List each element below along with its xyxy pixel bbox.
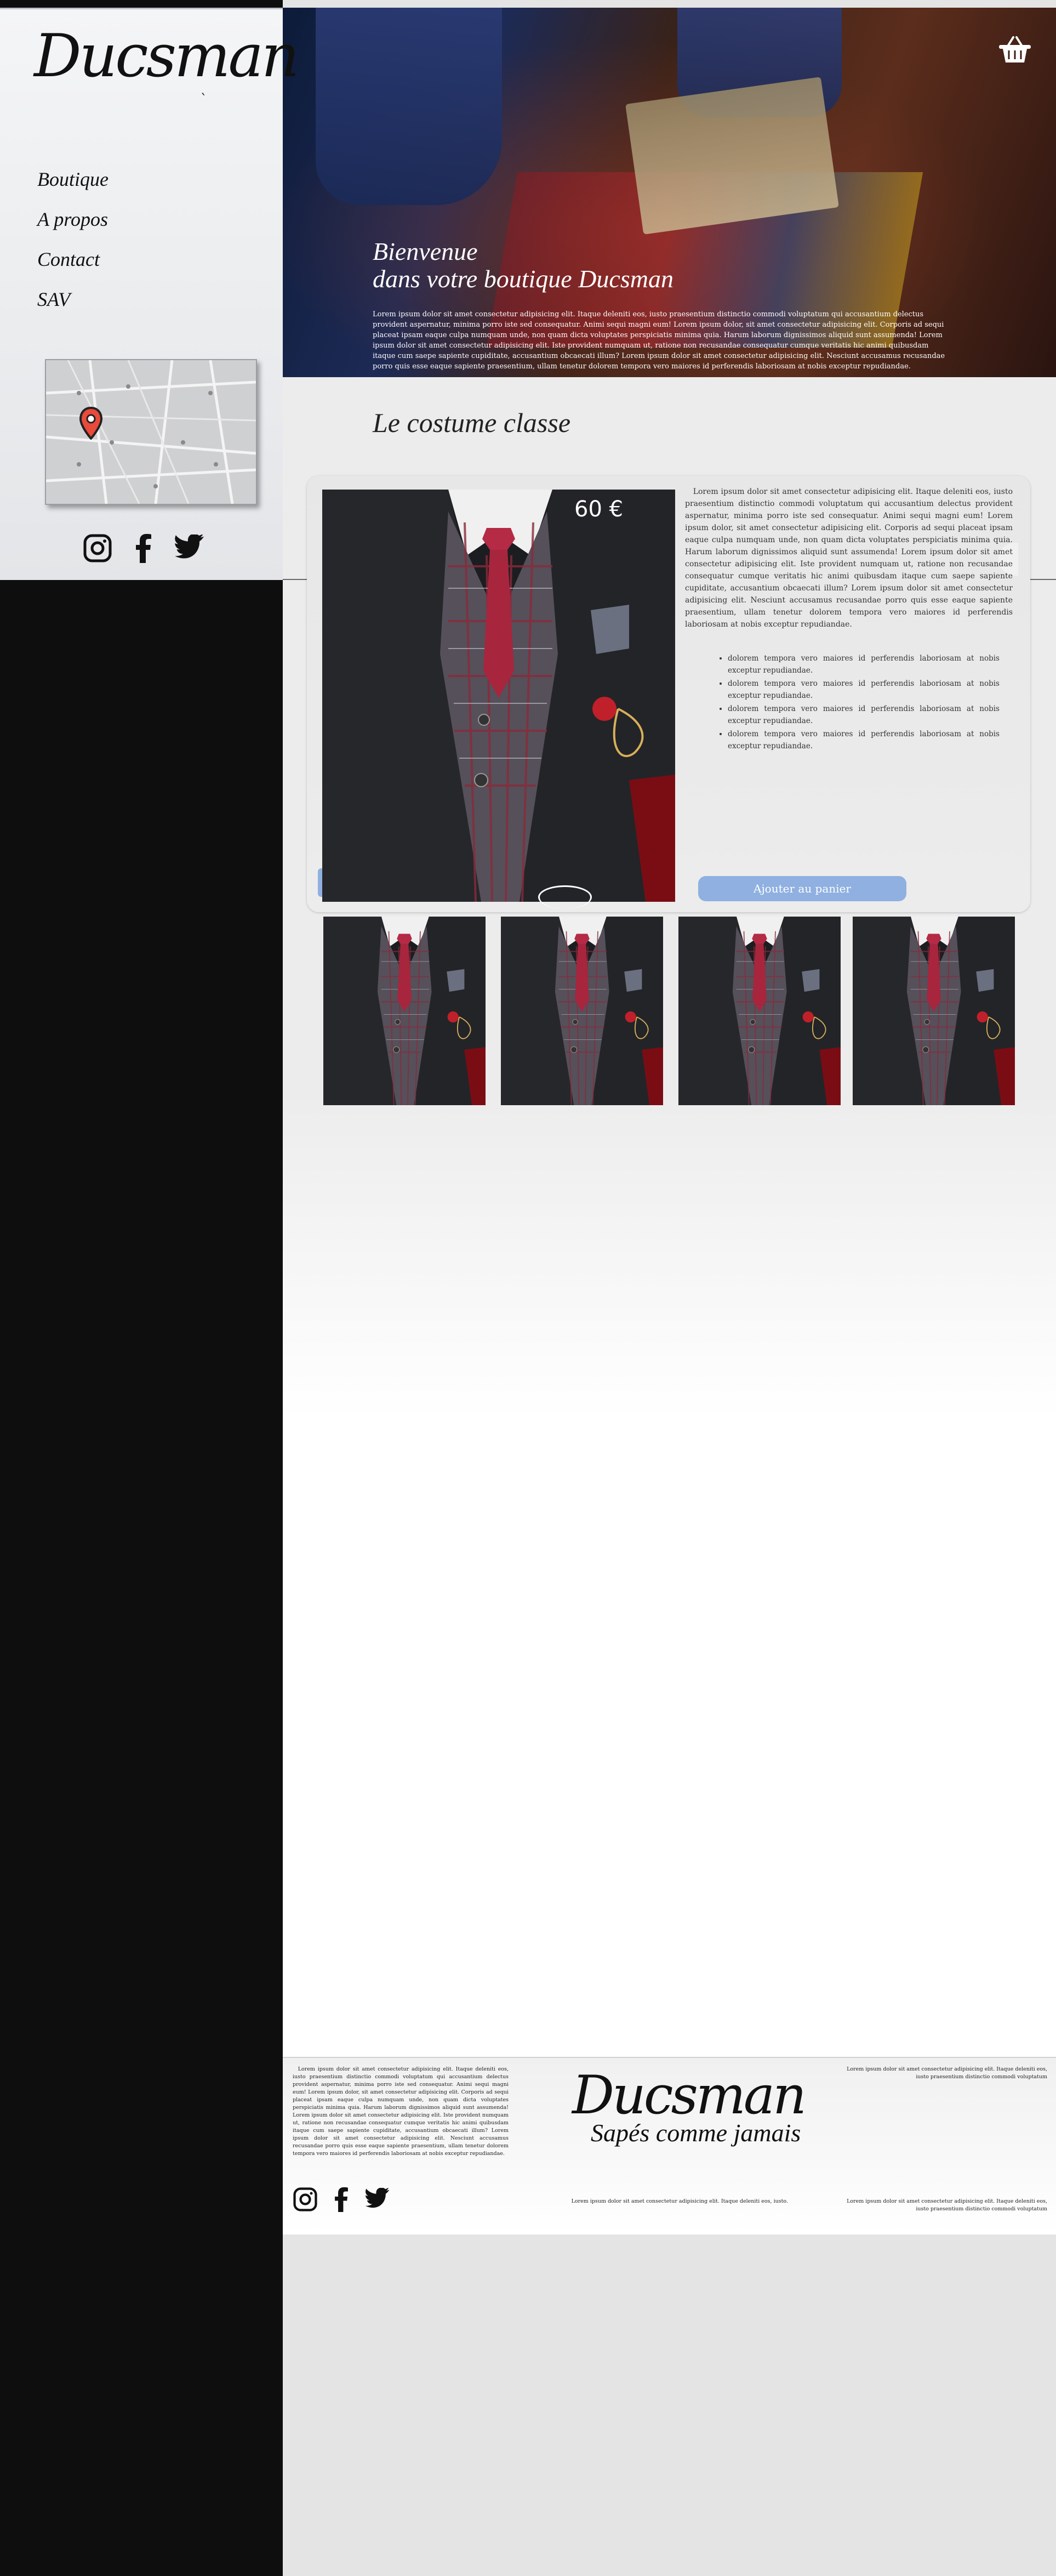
- product-main-image[interactable]: [322, 490, 675, 902]
- product-thumbnail[interactable]: [501, 917, 663, 1105]
- footer-tagline: Sapés comme jamais: [591, 2119, 801, 2147]
- add-to-cart-button[interactable]: Ajouter au panier: [698, 876, 906, 901]
- product-price: 60 €: [574, 497, 624, 522]
- instagram-icon[interactable]: [293, 2187, 318, 2212]
- thumbnail-image: [853, 917, 1015, 1105]
- product-thumbnail[interactable]: [678, 917, 841, 1105]
- logo-accent: `: [201, 92, 207, 107]
- footer-top-right-text: Lorem ipsum dolor sit amet consectetur a…: [847, 2066, 1047, 2080]
- facebook-icon[interactable]: [329, 2187, 354, 2212]
- twitter-icon[interactable]: [365, 2187, 390, 2212]
- thumbnail-image: [678, 917, 841, 1105]
- feature-item: dolorem tempora vero maiores id perferen…: [728, 703, 1000, 727]
- footer-bottom-center-text: Lorem ipsum dolor sit amet consectetur a…: [571, 2198, 788, 2204]
- nav-menu: Boutique A propos Contact SAV: [37, 168, 109, 328]
- thumbnail-image: [323, 917, 486, 1105]
- hero-text: Lorem ipsum dolor sit amet consectetur a…: [373, 310, 945, 371]
- hero-photo-shape: [625, 77, 839, 235]
- logo[interactable]: Ducsman: [34, 27, 299, 86]
- sidebar: Ducsman ` Boutique A propos Contact SAV: [0, 8, 299, 580]
- social-links: [82, 533, 205, 564]
- hero-title: Bienvenue dans votre boutique Ducsman: [373, 238, 673, 293]
- footer-bottom-right-text: Lorem ipsum dolor sit amet consectetur a…: [847, 2198, 1047, 2212]
- hero-banner: Bienvenue dans votre boutique Ducsman Lo…: [283, 8, 1056, 377]
- feature-item: dolorem tempora vero maiores id perferen…: [728, 652, 1000, 676]
- nav-item-sav[interactable]: SAV: [37, 288, 109, 328]
- footer-logo: Ducsman: [572, 2065, 807, 2126]
- basket-icon[interactable]: [997, 35, 1033, 68]
- nav-item-a-propos[interactable]: A propos: [37, 208, 109, 248]
- hero-photo-shape: [316, 8, 502, 205]
- footer-left-text-body: Lorem ipsum dolor sit amet consectetur a…: [293, 2066, 509, 2157]
- thumbnail-gallery: [323, 917, 1015, 1105]
- product-description-text: Lorem ipsum dolor sit amet consectetur a…: [685, 487, 1013, 629]
- footer-social-links: [293, 2187, 390, 2212]
- feature-item: dolorem tempora vero maiores id perferen…: [728, 728, 1000, 752]
- instagram-icon[interactable]: [82, 533, 113, 564]
- product-title: Le costume classe: [373, 407, 571, 438]
- map[interactable]: [45, 359, 257, 505]
- facebook-icon[interactable]: [128, 533, 159, 564]
- twitter-icon[interactable]: [174, 533, 205, 564]
- product-thumbnail[interactable]: [853, 917, 1015, 1105]
- product-features: dolorem tempora vero maiores id perferen…: [712, 652, 1000, 753]
- feature-item: dolorem tempora vero maiores id perferen…: [728, 678, 1000, 702]
- product-thumbnail[interactable]: [323, 917, 486, 1105]
- thumbnail-image: [501, 917, 663, 1105]
- slider-indicator[interactable]: [538, 885, 592, 909]
- hero-title-line: dans votre boutique Ducsman: [373, 265, 673, 293]
- nav-item-boutique[interactable]: Boutique: [37, 168, 109, 208]
- product-description: Lorem ipsum dolor sit amet consectetur a…: [685, 486, 1013, 630]
- footer-left-text: Lorem ipsum dolor sit amet consectetur a…: [293, 2066, 509, 2158]
- hero-title-line: Bienvenue: [373, 237, 478, 265]
- footer: Lorem ipsum dolor sit amet consectetur a…: [283, 2057, 1056, 2234]
- nav-item-contact[interactable]: Contact: [37, 248, 109, 288]
